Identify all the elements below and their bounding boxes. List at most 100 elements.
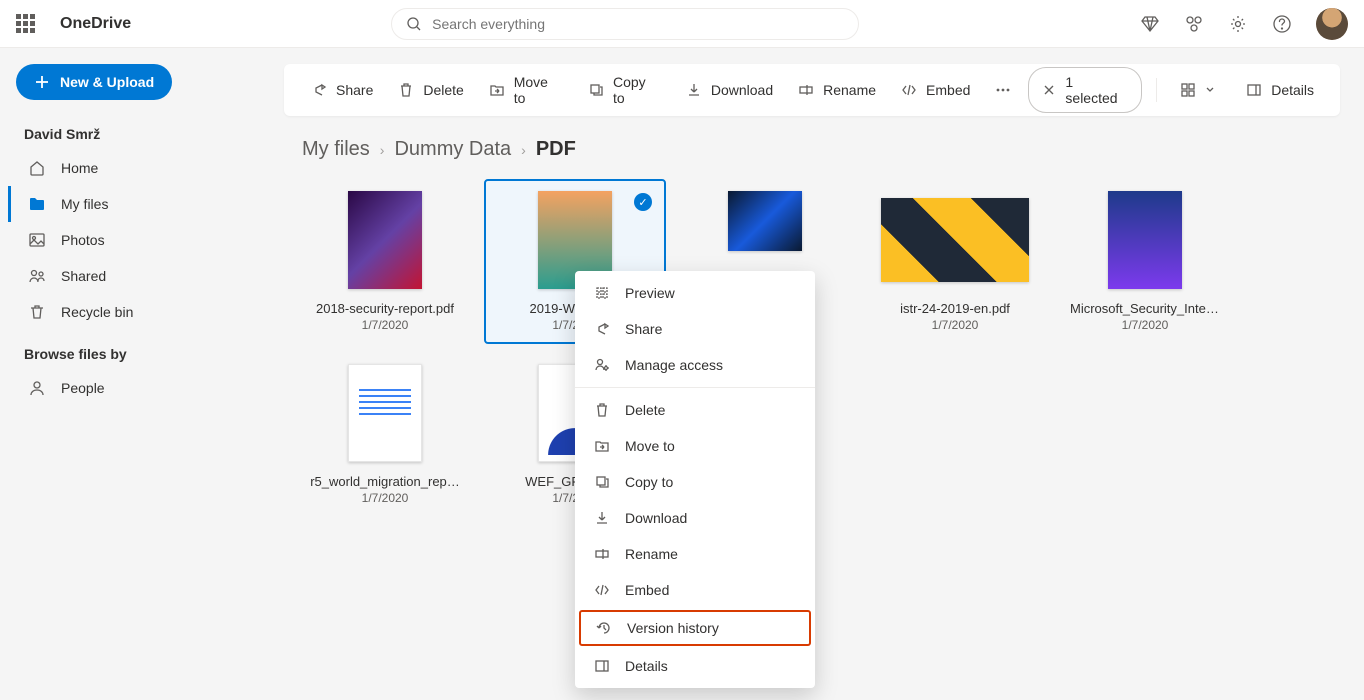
shared-icon [27,266,47,286]
nav-home-label: Home [61,160,98,176]
breadcrumb-root[interactable]: My files [302,138,370,161]
menu-rename[interactable]: Rename [575,536,815,572]
menu-preview-label: Preview [625,285,675,301]
copy-to-button[interactable]: Copy to [579,68,669,112]
menu-move-to[interactable]: Move to [575,428,815,464]
file-name: 2018-security-report.pdf [306,301,464,316]
share-icon [593,320,611,338]
help-icon[interactable] [1272,14,1292,34]
share-button[interactable]: Share [302,75,381,105]
divider [1156,78,1157,102]
menu-delete[interactable]: Delete [575,392,815,428]
grid-icon [1179,81,1197,99]
nav-people-label: People [61,380,105,396]
menu-divider [575,387,815,388]
menu-version-history-label: Version history [627,620,719,636]
move-to-label: Move to [514,74,563,106]
file-date: 1/7/2020 [306,491,464,505]
sidebar: New & Upload David Smrž Home My files Ph… [0,48,260,700]
folder-arrow-icon [488,81,506,99]
new-upload-label: New & Upload [60,74,154,90]
chevron-down-icon [1205,85,1215,95]
more-button[interactable] [986,75,1020,105]
file-tile[interactable]: istr-24-2019-en.pdf 1/7/2020 [864,179,1046,344]
file-name: istr-24-2019-en.pdf [876,301,1034,316]
details-button[interactable]: Details [1237,75,1322,105]
download-button[interactable]: Download [677,75,781,105]
menu-move-to-label: Move to [625,438,675,454]
brand-name[interactable]: OneDrive [60,15,131,33]
embed-label: Embed [926,82,970,98]
file-tile[interactable]: 2018-security-report.pdf 1/7/2020 [294,179,476,344]
delete-button[interactable]: Delete [389,75,471,105]
share-label: Share [336,82,373,98]
nav-my-files[interactable]: My files [8,186,252,222]
move-to-button[interactable]: Move to [480,68,571,112]
trash-icon [593,401,611,419]
trash-icon [397,81,415,99]
search-box[interactable] [391,8,859,40]
history-icon [595,619,613,637]
menu-copy-to-label: Copy to [625,474,673,490]
menu-embed[interactable]: Embed [575,572,815,608]
embed-button[interactable]: Embed [892,75,978,105]
command-bar: Share Delete Move to Copy to Download Re… [284,64,1340,116]
nav-shared[interactable]: Shared [8,258,252,294]
download-icon [593,509,611,527]
menu-version-history[interactable]: Version history [579,610,811,646]
chevron-right-icon: › [521,142,526,158]
info-icon [1245,81,1263,99]
nav-my-files-label: My files [61,196,108,212]
download-label: Download [711,82,773,98]
file-thumbnail [728,191,802,251]
breadcrumb-folder[interactable]: Dummy Data [394,138,511,161]
styles-icon[interactable] [1184,14,1204,34]
menu-share[interactable]: Share [575,311,815,347]
menu-details[interactable]: Details [575,648,815,684]
file-tile[interactable]: Microsoft_Security_Intell… 1/7/2020 [1054,179,1236,344]
menu-manage-access[interactable]: Manage access [575,347,815,383]
file-tile[interactable]: r5_world_migration_rep… 1/7/2020 [294,352,476,517]
details-label: Details [1271,82,1314,98]
nav-home[interactable]: Home [8,150,252,186]
close-icon[interactable] [1043,84,1055,96]
nav-photos-label: Photos [61,232,105,248]
folder-arrow-icon [593,437,611,455]
menu-share-label: Share [625,321,662,337]
embed-icon [593,581,611,599]
menu-details-label: Details [625,658,668,674]
premium-icon[interactable] [1140,14,1160,34]
app-launcher-icon[interactable] [16,14,36,34]
rename-button[interactable]: Rename [789,75,884,105]
menu-preview[interactable]: Preview [575,275,815,311]
settings-icon[interactable] [1228,14,1248,34]
folder-icon [27,194,47,214]
plus-icon [34,74,50,90]
menu-download[interactable]: Download [575,500,815,536]
copy-icon [593,473,611,491]
view-switcher[interactable] [1171,75,1223,105]
info-icon [593,657,611,675]
nav-photos[interactable]: Photos [8,222,252,258]
nav-recycle-bin[interactable]: Recycle bin [8,294,252,330]
search-input[interactable] [432,16,844,32]
file-thumbnail [1108,191,1182,289]
selection-pill[interactable]: 1 selected [1028,67,1142,113]
menu-manage-access-label: Manage access [625,357,723,373]
copy-icon [587,81,605,99]
copy-to-label: Copy to [613,74,661,106]
app-header: OneDrive [0,0,1364,48]
nav-shared-label: Shared [61,268,106,284]
nav-people[interactable]: People [8,370,252,406]
file-date: 1/7/2020 [876,318,1034,332]
new-upload-button[interactable]: New & Upload [16,64,172,100]
menu-copy-to[interactable]: Copy to [575,464,815,500]
rename-icon [797,81,815,99]
embed-icon [900,81,918,99]
context-menu: Preview Share Manage access Delete Move … [575,271,815,688]
trash-icon [27,302,47,322]
chevron-right-icon: › [380,142,385,158]
user-avatar[interactable] [1316,8,1348,40]
selection-count: 1 selected [1065,74,1127,106]
checkmark-icon[interactable]: ✓ [634,193,652,211]
